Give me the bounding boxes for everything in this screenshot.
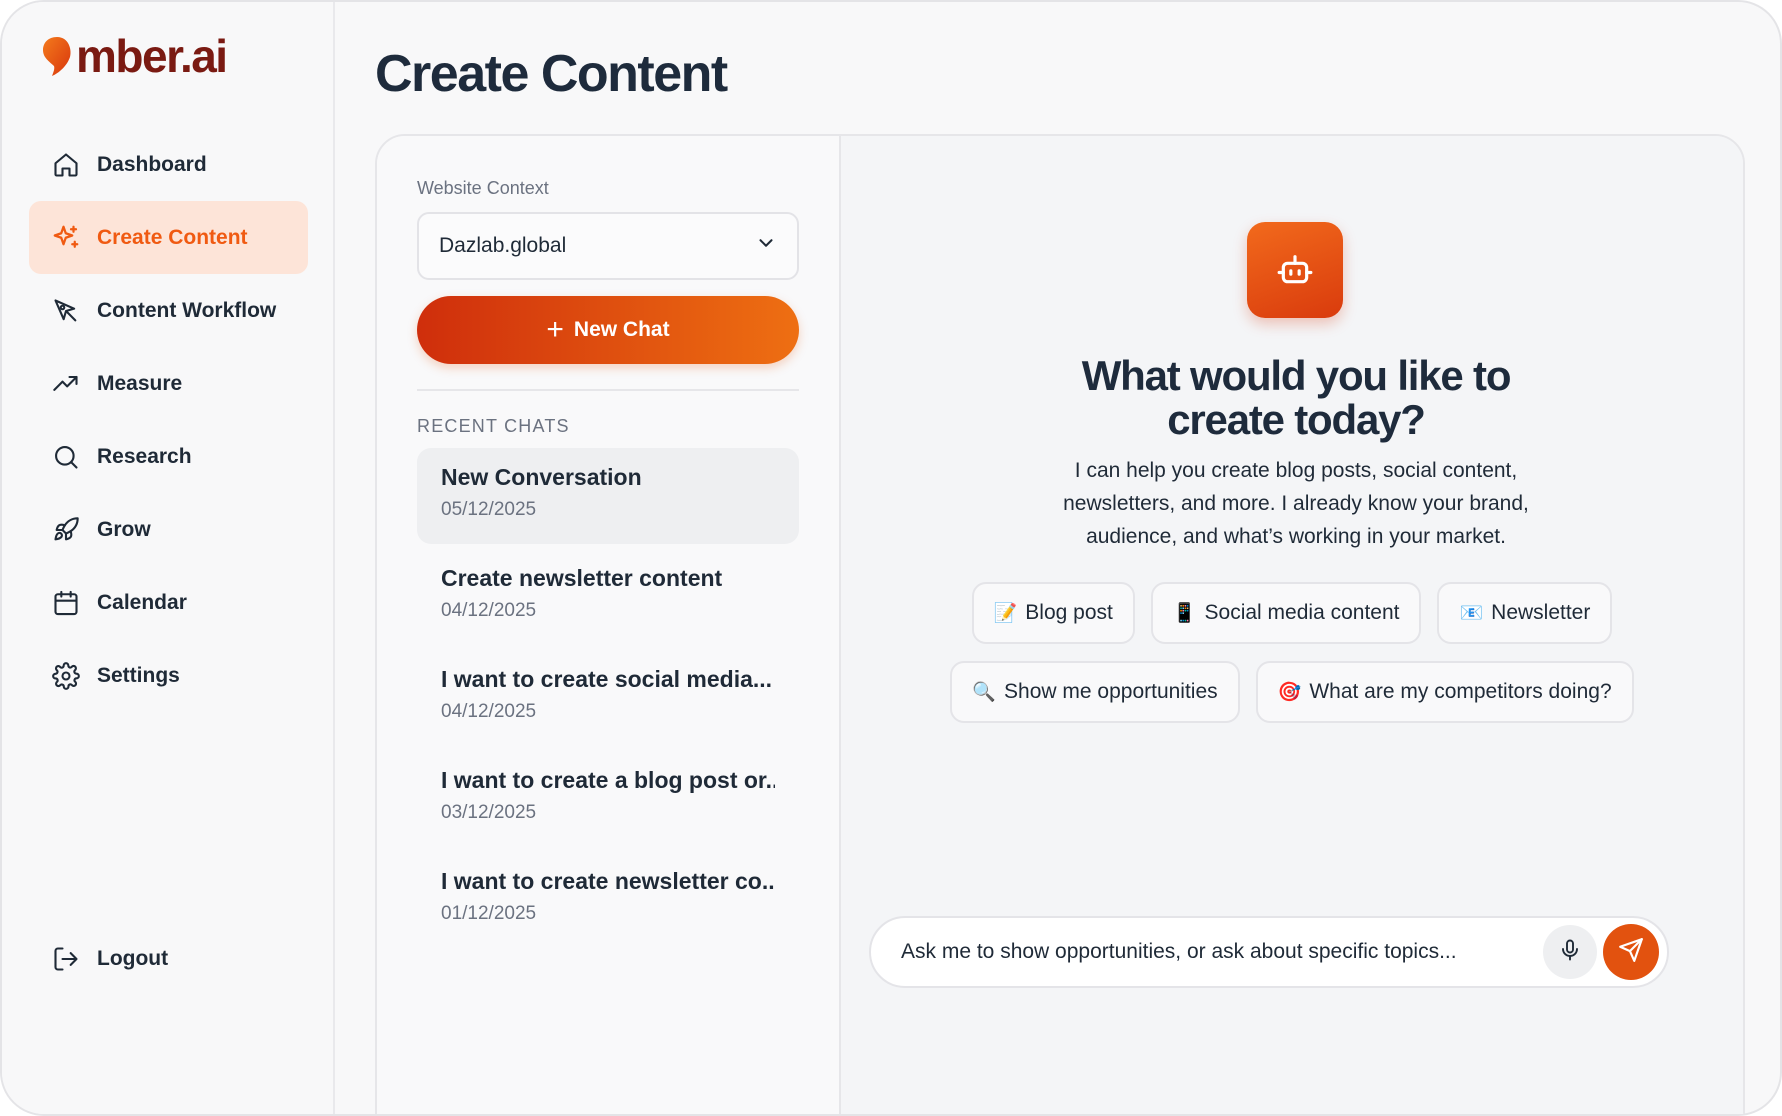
recent-chats-heading: RECENT CHATS xyxy=(417,416,570,436)
sidebar-item-label: Measure xyxy=(97,371,183,395)
chat-title: Create newsletter content xyxy=(441,565,723,591)
send-button[interactable] xyxy=(1603,924,1659,980)
chat-title: I want to create a blog post or... xyxy=(441,767,775,793)
chat-title: New Conversation xyxy=(441,464,642,490)
sidebar-item-settings[interactable]: Settings xyxy=(29,639,308,712)
suggestion-chip-opportunities[interactable]: 🔍 Show me opportunities xyxy=(950,661,1240,723)
divider xyxy=(417,389,799,391)
logout-section: Logout xyxy=(29,922,308,995)
chat-title: I want to create social media... xyxy=(441,666,773,692)
page-title: Create Content xyxy=(375,45,728,103)
chat-list-item[interactable]: I want to create newsletter co... 01/12/… xyxy=(417,852,799,948)
chat-composer xyxy=(869,916,1669,988)
logout-button[interactable]: Logout xyxy=(29,922,308,995)
sidebar-item-measure[interactable]: Measure xyxy=(29,347,308,420)
sparkles-icon xyxy=(51,223,81,253)
website-context-select[interactable]: Dazlab.global xyxy=(417,212,799,280)
chat-date: 04/12/2025 xyxy=(441,701,537,722)
chip-label: Newsletter xyxy=(1491,601,1591,624)
microphone-icon xyxy=(1558,938,1582,967)
robot-icon xyxy=(1247,222,1343,318)
chat-title: I want to create newsletter co... xyxy=(441,868,775,894)
sidebar-item-label: Calendar xyxy=(97,590,187,614)
chat-date: 04/12/2025 xyxy=(441,600,537,621)
chevron-down-icon xyxy=(755,232,777,260)
assistant-heading: What would you like to create today? xyxy=(1081,352,1512,443)
magnifier-icon: 🔍 xyxy=(972,682,997,703)
sidebar: mber.ai Dashboard Create Content Content… xyxy=(2,2,335,1114)
chat-list-item[interactable]: New Conversation 05/12/2025 xyxy=(417,448,799,544)
suggestion-chip-newsletter[interactable]: 📧 Newsletter xyxy=(1437,582,1613,644)
sidebar-item-grow[interactable]: Grow xyxy=(29,493,308,566)
chip-label: Show me opportunities xyxy=(1004,680,1218,703)
chat-input[interactable] xyxy=(901,940,1543,964)
chip-label: Blog post xyxy=(1025,601,1113,624)
plus-icon: + xyxy=(546,313,564,346)
sidebar-nav: Dashboard Create Content Content Workflo… xyxy=(29,128,308,712)
sidebar-item-label: Content Workflow xyxy=(97,298,277,322)
suggestion-chips-row: 📝 Blog post 📱 Social media content 📧 New… xyxy=(841,582,1743,644)
chat-list-item[interactable]: I want to create social media... 04/12/2… xyxy=(417,650,799,746)
sidebar-item-label: Grow xyxy=(97,517,151,541)
website-context-label: Website Context xyxy=(417,178,549,198)
rocket-icon xyxy=(51,515,81,545)
chat-date: 01/12/2025 xyxy=(441,903,537,924)
new-chat-label: New Chat xyxy=(573,318,670,341)
suggestion-chips-row: 🔍 Show me opportunities 🎯 What are my co… xyxy=(841,661,1743,723)
sidebar-item-calendar[interactable]: Calendar xyxy=(29,566,308,639)
logo-text: mber.ai xyxy=(76,30,228,82)
suggestion-chip-blog-post[interactable]: 📝 Blog post xyxy=(971,582,1135,644)
assistant-column: What would you like to create today? I c… xyxy=(841,136,1743,1114)
content-panel: Website Context Dazlab.global + New Chat… xyxy=(375,134,1745,1114)
search-icon xyxy=(51,442,81,472)
calendar-icon xyxy=(51,588,81,618)
sidebar-item-label: Dashboard xyxy=(97,152,207,176)
target-icon: 🎯 xyxy=(1277,682,1302,703)
chip-label: Social media content xyxy=(1204,601,1400,624)
new-chat-button[interactable]: + New Chat xyxy=(417,296,799,364)
sidebar-item-label: Create Content xyxy=(97,225,248,249)
app-window: mber.ai Dashboard Create Content Content… xyxy=(0,0,1782,1116)
suggestion-chip-social-media[interactable]: 📱 Social media content xyxy=(1150,582,1422,644)
logout-icon xyxy=(51,944,81,974)
send-icon xyxy=(1618,937,1644,968)
email-icon: 📧 xyxy=(1459,603,1484,624)
phone-icon: 📱 xyxy=(1172,603,1197,624)
logout-label: Logout xyxy=(97,946,169,970)
sidebar-item-research[interactable]: Research xyxy=(29,420,308,493)
chip-label: What are my competitors doing? xyxy=(1309,680,1612,703)
logo[interactable]: mber.ai xyxy=(40,30,228,82)
gear-icon xyxy=(51,661,81,691)
chat-date: 05/12/2025 xyxy=(441,499,537,520)
assistant-description: I can help you create blog posts, social… xyxy=(1063,459,1529,548)
suggestion-chip-competitors[interactable]: 🎯 What are my competitors doing? xyxy=(1255,661,1634,723)
sidebar-item-content-workflow[interactable]: Content Workflow xyxy=(29,274,308,347)
website-context-value: Dazlab.global xyxy=(439,234,567,257)
pen-tool-icon xyxy=(51,296,81,326)
microphone-button[interactable] xyxy=(1543,925,1597,979)
home-icon xyxy=(51,150,81,180)
sidebar-item-label: Settings xyxy=(97,663,180,687)
sidebar-item-create-content[interactable]: Create Content xyxy=(29,201,308,274)
logo-mark-icon xyxy=(43,37,71,76)
chat-history-column: Website Context Dazlab.global + New Chat… xyxy=(377,136,841,1114)
recent-chats-list: New Conversation 05/12/2025 Create newsl… xyxy=(417,448,799,953)
sidebar-item-dashboard[interactable]: Dashboard xyxy=(29,128,308,201)
chat-list-item[interactable]: I want to create a blog post or... 03/12… xyxy=(417,751,799,847)
memo-icon: 📝 xyxy=(993,603,1018,624)
chat-date: 03/12/2025 xyxy=(441,802,537,823)
trending-up-icon xyxy=(51,369,81,399)
chat-list-item[interactable]: Create newsletter content 04/12/2025 xyxy=(417,549,799,645)
sidebar-item-label: Research xyxy=(97,444,192,468)
